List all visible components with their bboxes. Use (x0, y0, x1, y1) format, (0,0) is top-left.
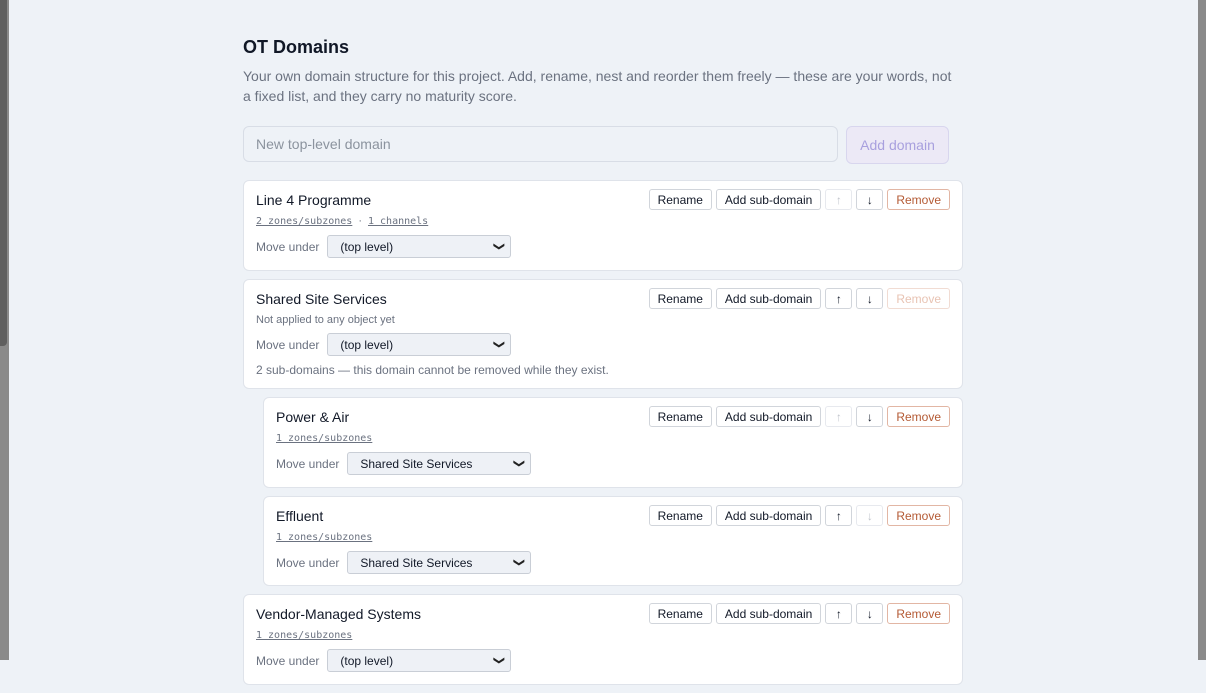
domain-card: Line 4 Programme 2 zones/subzones · 1 chan… (243, 180, 963, 271)
chevron-down-icon: ❯ (513, 557, 526, 568)
move-under-row: Move under Shared Site Services ❯ (276, 452, 950, 475)
new-domain-input[interactable] (243, 126, 838, 162)
domain-usage: 1 zones/subzones (256, 628, 950, 643)
page-title: OT Domains (243, 37, 350, 57)
parent-select-value: Shared Site Services (360, 456, 473, 471)
parent-select[interactable]: Shared Site Services ❯ (347, 452, 532, 475)
domain-actions: Rename Add sub-domain ↑ ↓ Remove (648, 603, 950, 624)
ot-domains-panel: OT Domains Your own domain structure for… (243, 36, 964, 693)
parent-select[interactable]: Shared Site Services ❯ (347, 551, 532, 574)
parent-select-value: (top level) (340, 337, 394, 352)
add-sub-domain-button[interactable]: Add sub-domain (715, 603, 822, 624)
move-down-button[interactable]: ↓ (856, 189, 884, 210)
domain-card: Vendor-Managed Systems 1 zones/subzones … (243, 594, 963, 685)
move-down-button[interactable]: ↓ (856, 505, 884, 526)
rename-button[interactable]: Rename (648, 505, 712, 526)
rename-button[interactable]: Rename (648, 189, 712, 210)
move-down-button[interactable]: ↓ (856, 406, 884, 427)
move-under-row: Move under (top level) ❯ (256, 333, 950, 356)
subdomain-warning: 2 sub-domains — this domain cannot be re… (256, 363, 609, 377)
subdomain-card: Effluent 1 zones/subzones Move under Sha… (263, 496, 963, 586)
move-up-button[interactable]: ↑ (825, 603, 853, 624)
subdomain-card: Power & Air 1 zones/subzones Move under … (263, 397, 963, 488)
move-under-row: Move under (top level) ❯ (256, 649, 950, 672)
parent-select-value: (top level) (340, 653, 394, 668)
parent-select[interactable]: (top level) ❯ (327, 235, 512, 258)
zones-link[interactable]: 1 zones/subzones (276, 433, 372, 444)
domain-usage: 2 zones/subzones · 1 channels (256, 214, 950, 229)
add-sub-domain-button[interactable]: Add sub-domain (715, 288, 822, 309)
zones-link[interactable]: 1 zones/subzones (256, 630, 352, 641)
chevron-down-icon: ❯ (493, 241, 506, 252)
move-up-button[interactable]: ↑ (825, 288, 853, 309)
move-under-label: Move under (256, 239, 320, 254)
zones-link[interactable]: 1 zones/subzones (276, 532, 372, 543)
rename-button[interactable]: Rename (648, 288, 712, 309)
remove-button[interactable]: Remove (887, 406, 950, 427)
remove-button[interactable]: Remove (887, 189, 950, 210)
move-up-button[interactable]: ↑ (825, 189, 853, 210)
domain-usage: 1 zones/subzones (276, 530, 950, 545)
remove-button[interactable]: Remove (887, 505, 950, 526)
add-domain-button[interactable]: Add domain (846, 126, 949, 164)
usage-status: Not applied to any object yet (256, 314, 395, 326)
domain-usage: Not applied to any object yet (256, 313, 950, 327)
left-scrollbar-track (0, 0, 9, 660)
move-down-button[interactable]: ↓ (856, 288, 884, 309)
move-under-row: Move under Shared Site Services ❯ (276, 551, 950, 574)
remove-button[interactable]: Remove (887, 288, 950, 309)
chevron-down-icon: ❯ (493, 339, 506, 350)
add-sub-domain-button[interactable]: Add sub-domain (715, 505, 822, 526)
chevron-down-icon: ❯ (493, 655, 506, 666)
parent-select-value: (top level) (340, 239, 394, 254)
chevron-down-icon: ❯ (513, 458, 526, 469)
domain-actions: Rename Add sub-domain ↑ ↓ Remove (648, 189, 950, 210)
parent-select[interactable]: (top level) ❯ (327, 649, 512, 672)
rename-button[interactable]: Rename (648, 603, 712, 624)
domain-actions: Rename Add sub-domain ↑ ↓ Remove (648, 406, 950, 427)
add-sub-domain-button[interactable]: Add sub-domain (715, 189, 822, 210)
move-down-button[interactable]: ↓ (856, 603, 884, 624)
move-under-label: Move under (276, 456, 340, 471)
domain-actions: Rename Add sub-domain ↑ ↓ Remove (648, 505, 950, 526)
move-under-label: Move under (256, 337, 320, 352)
meta-separator: · (358, 215, 362, 227)
parent-select[interactable]: (top level) ❯ (327, 333, 512, 356)
remove-button[interactable]: Remove (887, 603, 950, 624)
zones-link[interactable]: 2 zones/subzones (256, 216, 352, 227)
rename-button[interactable]: Rename (648, 406, 712, 427)
move-up-button[interactable]: ↑ (825, 505, 853, 526)
page-description: Your own domain structure for this proje… (243, 68, 952, 104)
move-under-label: Move under (256, 653, 320, 668)
add-sub-domain-button[interactable]: Add sub-domain (715, 406, 822, 427)
move-up-button[interactable]: ↑ (825, 406, 853, 427)
channels-link[interactable]: 1 channels (368, 216, 428, 227)
move-under-row: Move under (top level) ❯ (256, 235, 950, 258)
add-domain-row: Add domain (243, 126, 964, 164)
domain-list: Line 4 Programme 2 zones/subzones · 1 chan… (243, 180, 964, 685)
move-under-label: Move under (276, 555, 340, 570)
left-scrollbar-thumb[interactable] (0, 0, 7, 346)
right-scrollbar-track[interactable] (1198, 0, 1206, 660)
parent-select-value: Shared Site Services (360, 555, 473, 570)
domain-actions: Rename Add sub-domain ↑ ↓ Remove (648, 288, 950, 309)
domain-usage: 1 zones/subzones (276, 431, 950, 446)
domain-card: Shared Site Services Not applied to any … (243, 279, 963, 389)
